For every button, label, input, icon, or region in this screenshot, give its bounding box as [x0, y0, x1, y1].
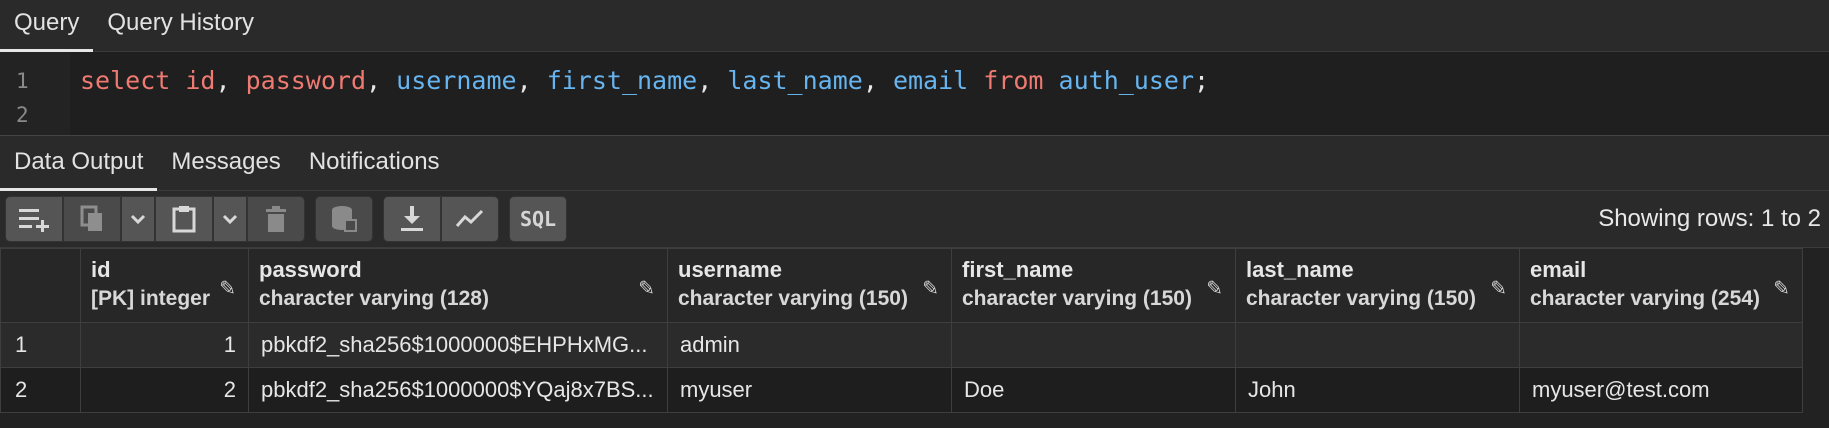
column-name: email [1530, 257, 1587, 282]
column-header-email[interactable]: email character varying (254) ✎ [1519, 248, 1803, 323]
column-header-password[interactable]: password character varying (128) ✎ [248, 248, 668, 323]
copy-button[interactable] [63, 196, 121, 242]
save-data-button[interactable] [315, 196, 373, 242]
table-row[interactable]: 1 1 pbkdf2_sha256$1000000$EHPHxMG... adm… [0, 322, 1803, 368]
column-name: last_name [1246, 257, 1354, 282]
semicolon: ; [1194, 66, 1210, 95]
column-id: id [185, 66, 216, 95]
column-header-first-name[interactable]: first_name character varying (150) ✎ [951, 248, 1236, 323]
comma: , [862, 66, 878, 95]
column-header-username[interactable]: username character varying (150) ✎ [667, 248, 952, 323]
column-name: username [678, 257, 782, 282]
query-tabs: Query Query History [0, 0, 1829, 52]
column-type: character varying (254) [1530, 287, 1760, 310]
column-name: first_name [962, 257, 1074, 282]
pencil-icon: ✎ [1773, 278, 1790, 300]
row-number[interactable]: 1 [0, 322, 81, 368]
column-email: email [892, 66, 969, 95]
pencil-icon: ✎ [638, 278, 655, 300]
sql-editor[interactable]: 1 2 select id, password, username, first… [0, 52, 1829, 136]
column-type: character varying (150) [678, 287, 908, 310]
row-number[interactable]: 2 [0, 367, 81, 413]
column-type: character varying (150) [962, 287, 1192, 310]
data-output-toolbar: SQL Showing rows: 1 to 2 [0, 191, 1829, 248]
grid-corner[interactable] [0, 248, 81, 323]
row-count-status: Showing rows: 1 to 2 [1598, 205, 1821, 232]
column-last-name: last_name [727, 66, 863, 95]
cell-id[interactable]: 1 [80, 322, 249, 368]
table-name: auth_user [1058, 66, 1195, 95]
trash-icon [266, 206, 286, 232]
comma: , [366, 66, 382, 95]
column-name: id [91, 257, 111, 282]
graph-visualiser-button[interactable] [441, 196, 499, 242]
code-line[interactable]: select id, password, username, first_nam… [70, 52, 1209, 135]
pencil-icon: ✎ [1490, 278, 1507, 300]
delete-button[interactable] [247, 196, 305, 242]
add-row-icon [19, 209, 49, 232]
column-password: password [245, 66, 367, 95]
cell-email[interactable]: myuser@test.com [1519, 367, 1803, 413]
cell-password[interactable]: pbkdf2_sha256$1000000$YQaj8x7BS... [248, 367, 668, 413]
database-save-icon [332, 206, 357, 232]
column-type: character varying (150) [1246, 287, 1476, 310]
cell-id[interactable]: 2 [80, 367, 249, 413]
data-grid: id [PK] integer ✎ password character var… [0, 248, 1803, 413]
download-button[interactable] [383, 196, 441, 242]
cell-username[interactable]: admin [667, 322, 952, 368]
paste-button[interactable] [155, 196, 213, 242]
tab-query-history[interactable]: Query History [93, 9, 268, 51]
cell-username[interactable]: myuser [667, 367, 952, 413]
sql-button[interactable]: SQL [509, 196, 567, 242]
keyword-select: select [80, 66, 171, 95]
column-header-last-name[interactable]: last_name character varying (150) ✎ [1235, 248, 1520, 323]
cell-last-name[interactable]: John [1235, 367, 1520, 413]
cell-password[interactable]: pbkdf2_sha256$1000000$EHPHxMG... [248, 322, 668, 368]
line-number: 1 [16, 69, 29, 93]
table-row[interactable]: 2 2 pbkdf2_sha256$1000000$YQaj8x7BS... m… [0, 367, 1803, 413]
export-group [383, 196, 499, 242]
copy-icon [80, 205, 102, 231]
sql-group: SQL [509, 196, 567, 242]
line-number: 2 [16, 103, 29, 127]
output-tabs: Data Output Messages Notifications [0, 136, 1829, 191]
line-number-gutter: 1 2 [0, 52, 70, 135]
cell-email[interactable] [1519, 322, 1803, 368]
chevron-down-icon [130, 214, 146, 224]
comma: , [697, 66, 713, 95]
pencil-icon: ✎ [219, 278, 236, 300]
pencil-icon: ✎ [922, 278, 939, 300]
tab-data-output[interactable]: Data Output [0, 148, 158, 191]
add-row-button[interactable] [5, 196, 63, 242]
chevron-down-icon [222, 214, 238, 224]
column-username: username [396, 66, 517, 95]
tab-notifications[interactable]: Notifications [295, 148, 454, 190]
download-icon [401, 206, 423, 231]
cell-first-name[interactable]: Doe [951, 367, 1236, 413]
tab-messages[interactable]: Messages [157, 148, 294, 190]
paste-icon [172, 206, 196, 233]
graph-icon [456, 209, 484, 227]
comma: , [215, 66, 231, 95]
edit-button-group [5, 196, 305, 242]
tab-query[interactable]: Query [0, 9, 94, 52]
column-name: password [259, 257, 362, 282]
comma: , [516, 66, 532, 95]
keyword-from: from [983, 66, 1044, 95]
copy-options-button[interactable] [121, 196, 155, 242]
column-type: [PK] integer [91, 287, 211, 310]
column-first-name: first_name [546, 66, 698, 95]
column-type: character varying (128) [259, 287, 489, 310]
column-header-id[interactable]: id [PK] integer ✎ [80, 248, 249, 323]
pencil-icon: ✎ [1206, 278, 1223, 300]
save-group [315, 196, 373, 242]
cell-first-name[interactable] [951, 322, 1236, 368]
cell-last-name[interactable] [1235, 322, 1520, 368]
paste-options-button[interactable] [213, 196, 247, 242]
